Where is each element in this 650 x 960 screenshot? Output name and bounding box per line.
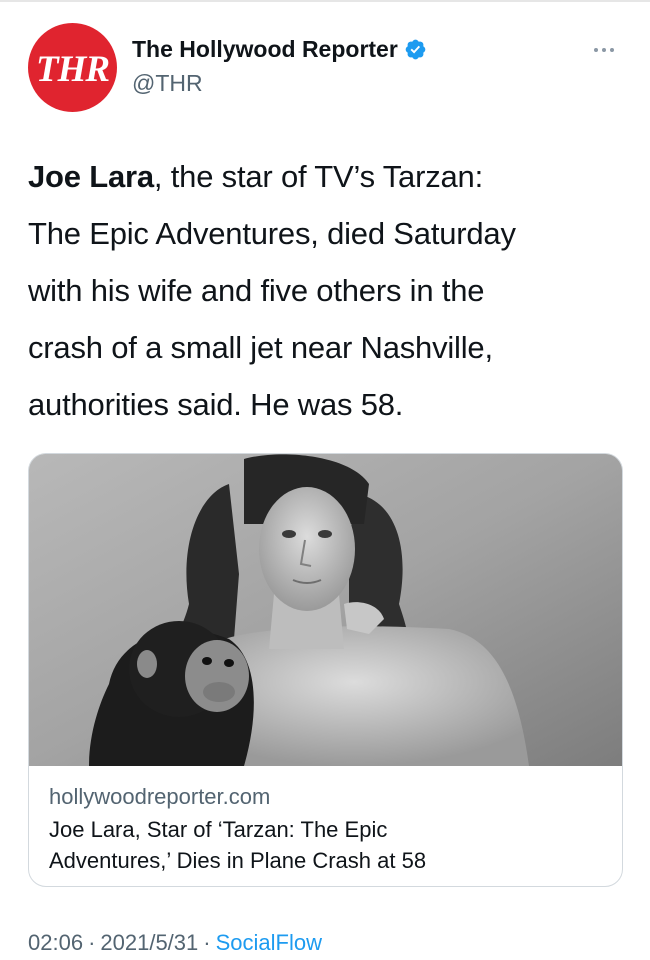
tweet-line-5: authorities said. He was 58. (28, 387, 404, 422)
link-preview-card[interactable]: hollywoodreporter.com Joe Lara, Star of … (28, 453, 623, 887)
card-domain: hollywoodreporter.com (49, 784, 271, 809)
tweet-line-3: with his wife and five others in the (28, 273, 485, 308)
tweet-text: Joe Lara, the star of TV’s Tarzan: The E… (28, 148, 628, 433)
tweet-meta: 02:06 · 2021/5/31 · SocialFlow (28, 930, 322, 956)
display-name[interactable]: The Hollywood Reporter (132, 36, 398, 63)
avatar[interactable]: THR (28, 23, 117, 112)
meta-separator: · (203, 930, 211, 955)
verified-badge-icon (405, 39, 426, 60)
avatar-logo-text: THR (35, 49, 110, 90)
top-divider (0, 0, 650, 2)
card-title-line-2: Adventures,’ Dies in Plane Crash at 58 (49, 848, 427, 873)
meta-separator: · (88, 930, 96, 955)
author-name-row[interactable]: The Hollywood Reporter (132, 36, 427, 63)
tweet-line-1: Joe Lara, the star of TV’s Tarzan: (28, 148, 628, 205)
more-button[interactable] (584, 38, 624, 62)
card-title: Joe Lara, Star of ‘Tarzan: The Epic Adve… (49, 814, 589, 876)
tweet-line-2: The Epic Adventures, died Saturday (28, 216, 516, 251)
more-horizontal-icon (594, 48, 614, 52)
tweet-date[interactable]: 2021/5/31 (100, 930, 198, 955)
tweet-time[interactable]: 02:06 (28, 930, 83, 955)
tweet-source-link[interactable]: SocialFlow (216, 930, 322, 955)
author-handle[interactable]: @THR (132, 70, 203, 97)
card-photo-illustration (29, 454, 622, 766)
tweet-bold-name: Joe Lara (28, 159, 154, 194)
card-image[interactable] (29, 454, 622, 766)
card-title-line-1: Joe Lara, Star of ‘Tarzan: The Epic (49, 817, 388, 842)
tweet-line-4: crash of a small jet near Nashville, (28, 330, 493, 365)
tweet-line-1-rest: , the star of TV’s Tarzan: (153, 159, 484, 194)
